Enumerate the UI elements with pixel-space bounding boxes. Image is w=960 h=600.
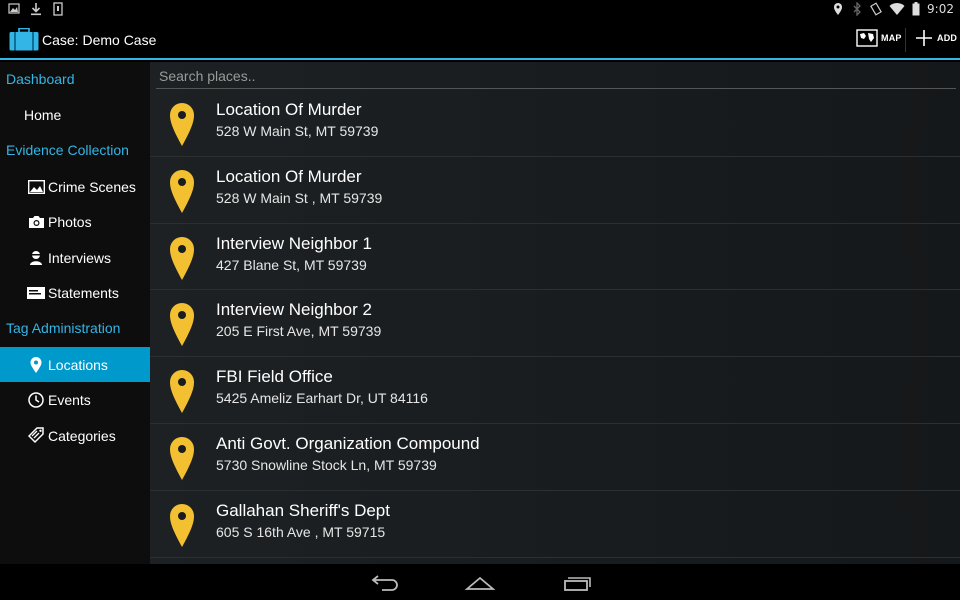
place-address: 427 Blane St, MT 59739: [216, 256, 367, 273]
place-name: Location Of Murder: [216, 166, 362, 186]
sidebar-item-label: Interviews: [48, 249, 112, 266]
place-address: 5730 Snowline Stock Ln, MT 59739: [216, 456, 437, 473]
sidebar-item-label: Events: [48, 392, 91, 409]
list-item[interactable]: Location Of Murder 528 W Main St, MT 597…: [150, 90, 960, 157]
sidebar-item-photos[interactable]: Photos: [0, 204, 150, 240]
place-name: Interview Neighbor 1: [216, 233, 372, 253]
tags-icon: [27, 427, 45, 445]
wifi-icon: [889, 3, 905, 16]
sidebar-item-home[interactable]: Home: [0, 98, 150, 134]
add-label: ADD: [937, 33, 958, 43]
sidebar-item-label: Crime Scenes: [48, 178, 136, 195]
map-pin-icon: [170, 436, 194, 480]
section-header-evidence-collection: Evidence Collection: [6, 142, 129, 159]
place-address: 528 W Main St, MT 59739: [216, 123, 379, 139]
sidebar-item-label: Home: [24, 107, 62, 124]
section-header-dashboard: Dashboard: [6, 71, 75, 87]
place-name: Interview Neighbor 2: [216, 300, 372, 320]
place-address: 5425 Ameliz Earhart Dr, UT 84116: [216, 390, 428, 407]
picture-icon: [27, 178, 45, 196]
list-item[interactable]: Interview Neighbor 1 427 Blane St, MT 59…: [150, 224, 960, 291]
action-bar: Case: Demo Case MAP ADD: [0, 20, 960, 60]
clock-icon: [27, 391, 45, 409]
briefcase-icon: [9, 28, 39, 51]
place-address: 605 S 16th Ave , MT 59715: [216, 523, 386, 540]
battery-icon: [912, 2, 920, 16]
places-panel: Location Of Murder 528 W Main St, MT 597…: [150, 62, 960, 564]
list-item[interactable]: Location Of Murder 528 W Main St , MT 59…: [150, 157, 960, 224]
case-title: Case: Demo Case: [42, 32, 157, 48]
navigation-bar: [0, 564, 960, 600]
sidebar-item-label: Statements: [48, 285, 119, 302]
map-pin-icon: [170, 236, 194, 280]
location-icon: [834, 3, 843, 15]
pin-icon: [27, 356, 45, 374]
image-icon: [8, 3, 20, 14]
sidebar-item-events[interactable]: Events: [0, 382, 150, 418]
map-pin-icon: [170, 503, 194, 547]
sidebar-item-statements[interactable]: Statements: [0, 276, 150, 312]
add-button[interactable]: ADD: [914, 28, 957, 48]
camera-icon: [27, 213, 45, 231]
person-icon: [27, 249, 45, 267]
map-pin-icon: [170, 303, 194, 347]
list-item[interactable]: FBI Field Office 5425 Ameliz Earhart Dr,…: [150, 357, 960, 424]
list-item[interactable]: Interview Neighbor 2 205 E First Ave, MT…: [150, 290, 960, 358]
list-item[interactable]: Gallahan Sheriff's Dept 605 S 16th Ave ,…: [150, 491, 960, 558]
sidebar-item-interviews[interactable]: Interviews: [0, 240, 150, 276]
map-pin-icon: [170, 103, 194, 146]
section-header-tag-administration: Tag Administration: [6, 320, 121, 337]
sidebar-item-crime-scenes[interactable]: Crime Scenes: [0, 169, 150, 205]
sidebar-item-label: Photos: [48, 214, 92, 231]
phone-storage-icon: [53, 2, 63, 16]
download-icon: [31, 3, 41, 16]
home-icon[interactable]: [464, 572, 496, 592]
recents-icon[interactable]: [561, 572, 593, 592]
sidebar-item-locations[interactable]: Locations: [0, 346, 150, 383]
place-name: Anti Govt. Organization Compound: [216, 433, 480, 453]
place-name: Gallahan Sheriff's Dept: [216, 500, 390, 520]
sidebar: Dashboard Home Evidence Collection Crime…: [0, 62, 150, 564]
status-bar: 9:02: [0, 0, 960, 20]
map-button[interactable]: MAP: [856, 28, 902, 48]
back-icon[interactable]: [368, 572, 400, 592]
map-label: MAP: [881, 33, 902, 43]
sidebar-item-label: Locations: [48, 356, 108, 373]
list-item[interactable]: Anti Govt. Organization Compound 5730 Sn…: [150, 424, 960, 491]
place-name: Location Of Murder: [216, 100, 362, 119]
plus-icon: [916, 30, 932, 46]
place-address: 205 E First Ave, MT 59739: [216, 323, 382, 340]
search-input[interactable]: [156, 65, 956, 87]
clock-time: 9:02: [927, 2, 954, 16]
bluetooth-icon: [853, 2, 861, 16]
map-pin-icon: [170, 370, 194, 414]
card-icon: [27, 284, 45, 302]
sidebar-item-categories[interactable]: Categories: [0, 418, 150, 454]
rotate-icon: [870, 2, 882, 16]
place-name: FBI Field Office: [216, 367, 333, 387]
map-icon: [856, 29, 878, 47]
action-divider: [905, 28, 906, 52]
places-list: Location Of Murder 528 W Main St, MT 597…: [150, 90, 960, 558]
search-bar: [156, 65, 956, 89]
sidebar-item-label: Categories: [48, 427, 116, 444]
map-pin-icon: [170, 169, 194, 213]
place-address: 528 W Main St , MT 59739: [216, 189, 383, 206]
